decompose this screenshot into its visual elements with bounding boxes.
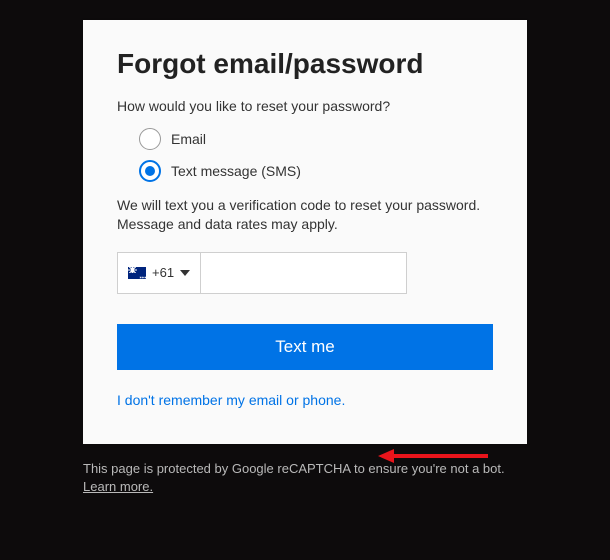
learn-more-link[interactable]: Learn more. bbox=[83, 479, 153, 494]
radio-icon bbox=[139, 128, 161, 150]
option-email-label: Email bbox=[171, 131, 206, 147]
reset-card: Forgot email/password How would you like… bbox=[83, 20, 527, 444]
chevron-down-icon bbox=[180, 270, 190, 276]
option-email[interactable]: Email bbox=[139, 128, 493, 150]
reset-method-group: Email Text message (SMS) bbox=[139, 128, 493, 182]
option-sms[interactable]: Text message (SMS) bbox=[139, 160, 493, 182]
page-title: Forgot email/password bbox=[117, 48, 493, 80]
phone-field: +61 bbox=[117, 252, 407, 294]
no-email-phone-link[interactable]: I don't remember my email or phone. bbox=[117, 392, 345, 408]
phone-input[interactable] bbox=[201, 253, 406, 293]
arrow-line bbox=[392, 454, 488, 458]
country-code-label: +61 bbox=[152, 265, 174, 280]
recaptcha-footer: This page is protected by Google reCAPTC… bbox=[83, 460, 527, 496]
sms-info-text: We will text you a verification code to … bbox=[117, 196, 493, 234]
text-me-button[interactable]: Text me bbox=[117, 324, 493, 370]
option-sms-label: Text message (SMS) bbox=[171, 163, 301, 179]
country-code-selector[interactable]: +61 bbox=[118, 253, 201, 293]
radio-icon-selected bbox=[139, 160, 161, 182]
footer-text: This page is protected by Google reCAPTC… bbox=[83, 461, 505, 476]
flag-icon bbox=[128, 267, 146, 279]
page-background: Forgot email/password How would you like… bbox=[0, 0, 610, 560]
reset-prompt: How would you like to reset your passwor… bbox=[117, 98, 493, 114]
